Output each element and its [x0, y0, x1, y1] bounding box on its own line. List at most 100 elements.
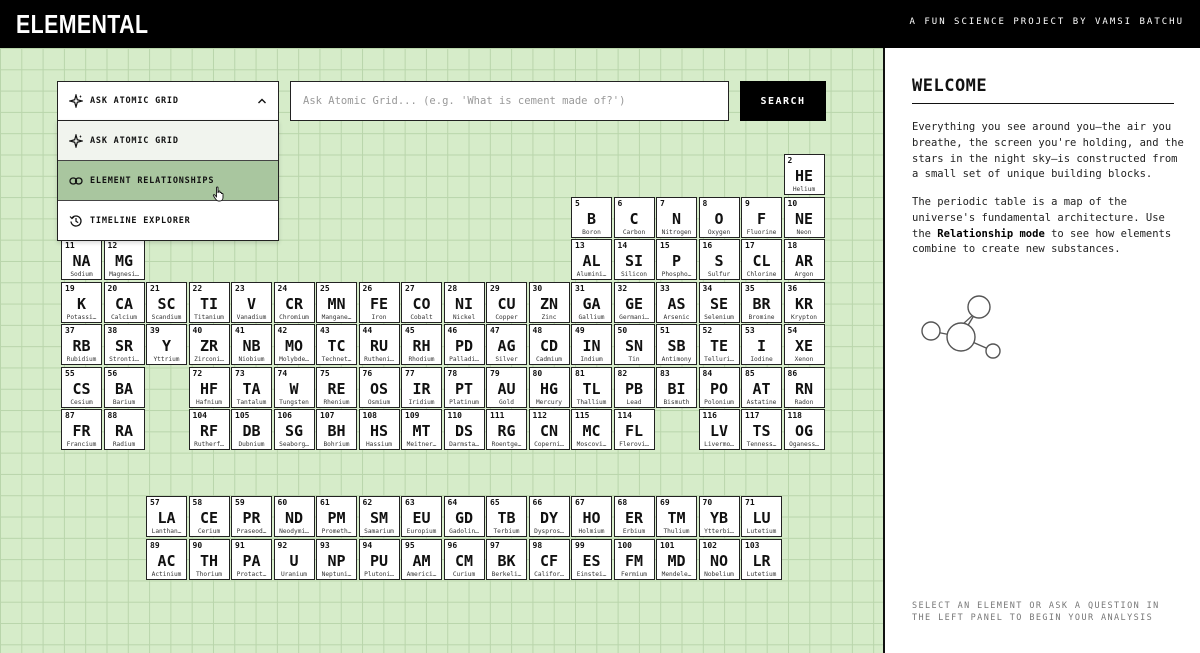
element-tile-p[interactable]: 15 P Phospho… [656, 239, 697, 280]
element-tile-ac[interactable]: 89 AC Actinium [146, 538, 187, 580]
element-tile-mn[interactable]: 25 MN Mangane… [316, 281, 357, 323]
element-tile-sm[interactable]: 62 SM Samarium [358, 496, 400, 537]
element-tile-ge[interactable]: 32 GE Germani… [613, 281, 655, 323]
element-tile-kr[interactable]: 36 KR Krypton [783, 281, 825, 323]
element-tile-fm[interactable]: 100 FM Fermium [613, 538, 655, 580]
element-tile-md[interactable]: 101 MD Mendele… [656, 538, 697, 580]
element-tile-mt[interactable]: 109 MT Meitner… [401, 409, 442, 450]
element-tile-fe[interactable]: 26 FE Iron [358, 281, 400, 323]
element-tile-mg[interactable]: 12 MG Magnesi… [103, 239, 145, 280]
element-tile-nb[interactable]: 41 NB Niobium [231, 324, 272, 365]
element-tile-po[interactable]: 84 PO Polonium [698, 366, 740, 408]
element-tile-eu[interactable]: 63 EU Europium [401, 496, 442, 537]
element-tile-rh[interactable]: 45 RH Rhodium [401, 324, 442, 365]
element-tile-db[interactable]: 105 DB Dubnium [231, 409, 272, 450]
element-tile-at[interactable]: 85 AT Astatine [741, 366, 782, 408]
element-tile-sn[interactable]: 50 SN Tin [613, 324, 655, 365]
element-tile-pm[interactable]: 61 PM Prometh… [316, 496, 357, 537]
element-tile-lr[interactable]: 103 LR Lutetium [741, 538, 782, 580]
element-tile-hs[interactable]: 108 HS Hassium [358, 409, 400, 450]
element-tile-cu[interactable]: 29 CU Copper [486, 281, 527, 323]
element-tile-os[interactable]: 76 OS Osmium [358, 366, 400, 408]
element-tile-la[interactable]: 57 LA Lanthan… [146, 496, 187, 537]
element-tile-xe[interactable]: 54 XE Xenon [783, 324, 825, 365]
element-tile-sr[interactable]: 38 SR Stronti… [103, 324, 145, 365]
element-tile-no[interactable]: 102 NO Nobelium [698, 538, 740, 580]
element-tile-al[interactable]: 13 AL Alumini… [571, 239, 612, 280]
element-tile-gd[interactable]: 64 GD Gadolin… [443, 496, 485, 537]
element-tile-pd[interactable]: 46 PD Palladi… [443, 324, 485, 365]
element-tile-si[interactable]: 14 SI Silicon [613, 239, 655, 280]
menu-item-element-relationships[interactable]: ELEMENT RELATIONSHIPS [58, 161, 278, 202]
element-tile-fr[interactable]: 87 FR Francium [61, 409, 102, 450]
element-tile-co[interactable]: 27 CO Cobalt [401, 281, 442, 323]
element-tile-ta[interactable]: 73 TA Tantalum [231, 366, 272, 408]
element-tile-rg[interactable]: 111 RG Roentge… [486, 409, 527, 450]
element-tile-pb[interactable]: 82 PB Lead [613, 366, 655, 408]
element-tile-hg[interactable]: 80 HG Mercury [528, 366, 570, 408]
element-tile-tb[interactable]: 65 TB Terbium [486, 496, 527, 537]
element-tile-ts[interactable]: 117 TS Tenness… [741, 409, 782, 450]
element-tile-ti[interactable]: 22 TI Titanium [188, 281, 230, 323]
element-tile-n[interactable]: 7 N Nitrogen [656, 196, 697, 238]
element-tile-rb[interactable]: 37 RB Rubidium [61, 324, 102, 365]
element-tile-bh[interactable]: 107 BH Bohrium [316, 409, 357, 450]
element-tile-ne[interactable]: 10 NE Neon [783, 196, 825, 238]
element-tile-th[interactable]: 90 TH Thorium [188, 538, 230, 580]
element-tile-hf[interactable]: 72 HF Hafnium [188, 366, 230, 408]
element-tile-se[interactable]: 34 SE Selenium [698, 281, 740, 323]
element-tile-k[interactable]: 19 K Potassi… [61, 281, 102, 323]
element-tile-w[interactable]: 74 W Tungsten [273, 366, 315, 408]
element-tile-v[interactable]: 23 V Vanadium [231, 281, 272, 323]
element-tile-as[interactable]: 33 AS Arsenic [656, 281, 697, 323]
element-tile-s[interactable]: 16 S Sulfur [698, 239, 740, 280]
element-tile-fl[interactable]: 114 FL Flerovi… [613, 409, 655, 450]
element-tile-ra[interactable]: 88 RA Radium [103, 409, 145, 450]
element-tile-te[interactable]: 52 TE Telluri… [698, 324, 740, 365]
element-tile-ru[interactable]: 44 RU Rutheni… [358, 324, 400, 365]
element-tile-pu[interactable]: 94 PU Plutoni… [358, 538, 400, 580]
element-tile-sg[interactable]: 106 SG Seaborg… [273, 409, 315, 450]
element-tile-re[interactable]: 75 RE Rhenium [316, 366, 357, 408]
element-tile-ba[interactable]: 56 BA Barium [103, 366, 145, 408]
search-input[interactable] [290, 81, 729, 121]
element-tile-cl[interactable]: 17 CL Chlorine [741, 239, 782, 280]
element-tile-pa[interactable]: 91 PA Protact… [231, 538, 272, 580]
search-button[interactable]: SEARCH [740, 81, 826, 121]
brand-logo[interactable]: ELEMENTAL [16, 8, 148, 40]
element-tile-rf[interactable]: 104 RF Rutherf… [188, 409, 230, 450]
element-tile-tl[interactable]: 81 TL Thallium [571, 366, 612, 408]
element-tile-lu[interactable]: 71 LU Lutetium [741, 496, 782, 537]
element-tile-dy[interactable]: 66 DY Dyspros… [528, 496, 570, 537]
element-tile-am[interactable]: 95 AM Americi… [401, 538, 442, 580]
element-tile-cf[interactable]: 98 CF Califor… [528, 538, 570, 580]
element-tile-ho[interactable]: 67 HO Holmium [571, 496, 612, 537]
element-tile-yb[interactable]: 70 YB Ytterbi… [698, 496, 740, 537]
element-tile-f[interactable]: 9 F Fluorine [741, 196, 782, 238]
element-tile-br[interactable]: 35 BR Bromine [741, 281, 782, 323]
element-tile-ce[interactable]: 58 CE Cerium [188, 496, 230, 537]
element-tile-cm[interactable]: 96 CM Curium [443, 538, 485, 580]
element-tile-nd[interactable]: 60 ND Neodymi… [273, 496, 315, 537]
element-tile-na[interactable]: 11 NA Sodium [61, 239, 102, 280]
element-tile-ir[interactable]: 77 IR Iridium [401, 366, 442, 408]
element-tile-mc[interactable]: 115 MC Moscovi… [571, 409, 612, 450]
element-tile-ag[interactable]: 47 AG Silver [486, 324, 527, 365]
element-tile-rn[interactable]: 86 RN Radon [783, 366, 825, 408]
element-tile-he[interactable]: 2 HE Helium [783, 154, 825, 195]
element-tile-cn[interactable]: 112 CN Coperni… [528, 409, 570, 450]
element-tile-sb[interactable]: 51 SB Antimony [656, 324, 697, 365]
element-tile-cr[interactable]: 24 CR Chromium [273, 281, 315, 323]
element-tile-au[interactable]: 79 AU Gold [486, 366, 527, 408]
element-tile-sc[interactable]: 21 SC Scandium [146, 281, 187, 323]
element-tile-pr[interactable]: 59 PR Praseod… [231, 496, 272, 537]
element-tile-zn[interactable]: 30 ZN Zinc [528, 281, 570, 323]
element-tile-lv[interactable]: 116 LV Livermo… [698, 409, 740, 450]
element-tile-cd[interactable]: 48 CD Cadmium [528, 324, 570, 365]
element-tile-bk[interactable]: 97 BK Berkeli… [486, 538, 527, 580]
element-tile-tc[interactable]: 43 TC Technet… [316, 324, 357, 365]
menu-item-ask-atomic-grid[interactable]: ASK ATOMIC GRID [58, 121, 278, 161]
element-tile-ds[interactable]: 110 DS Darmsta… [443, 409, 485, 450]
element-tile-y[interactable]: 39 Y Yttrium [146, 324, 187, 365]
element-tile-pt[interactable]: 78 PT Platinum [443, 366, 485, 408]
